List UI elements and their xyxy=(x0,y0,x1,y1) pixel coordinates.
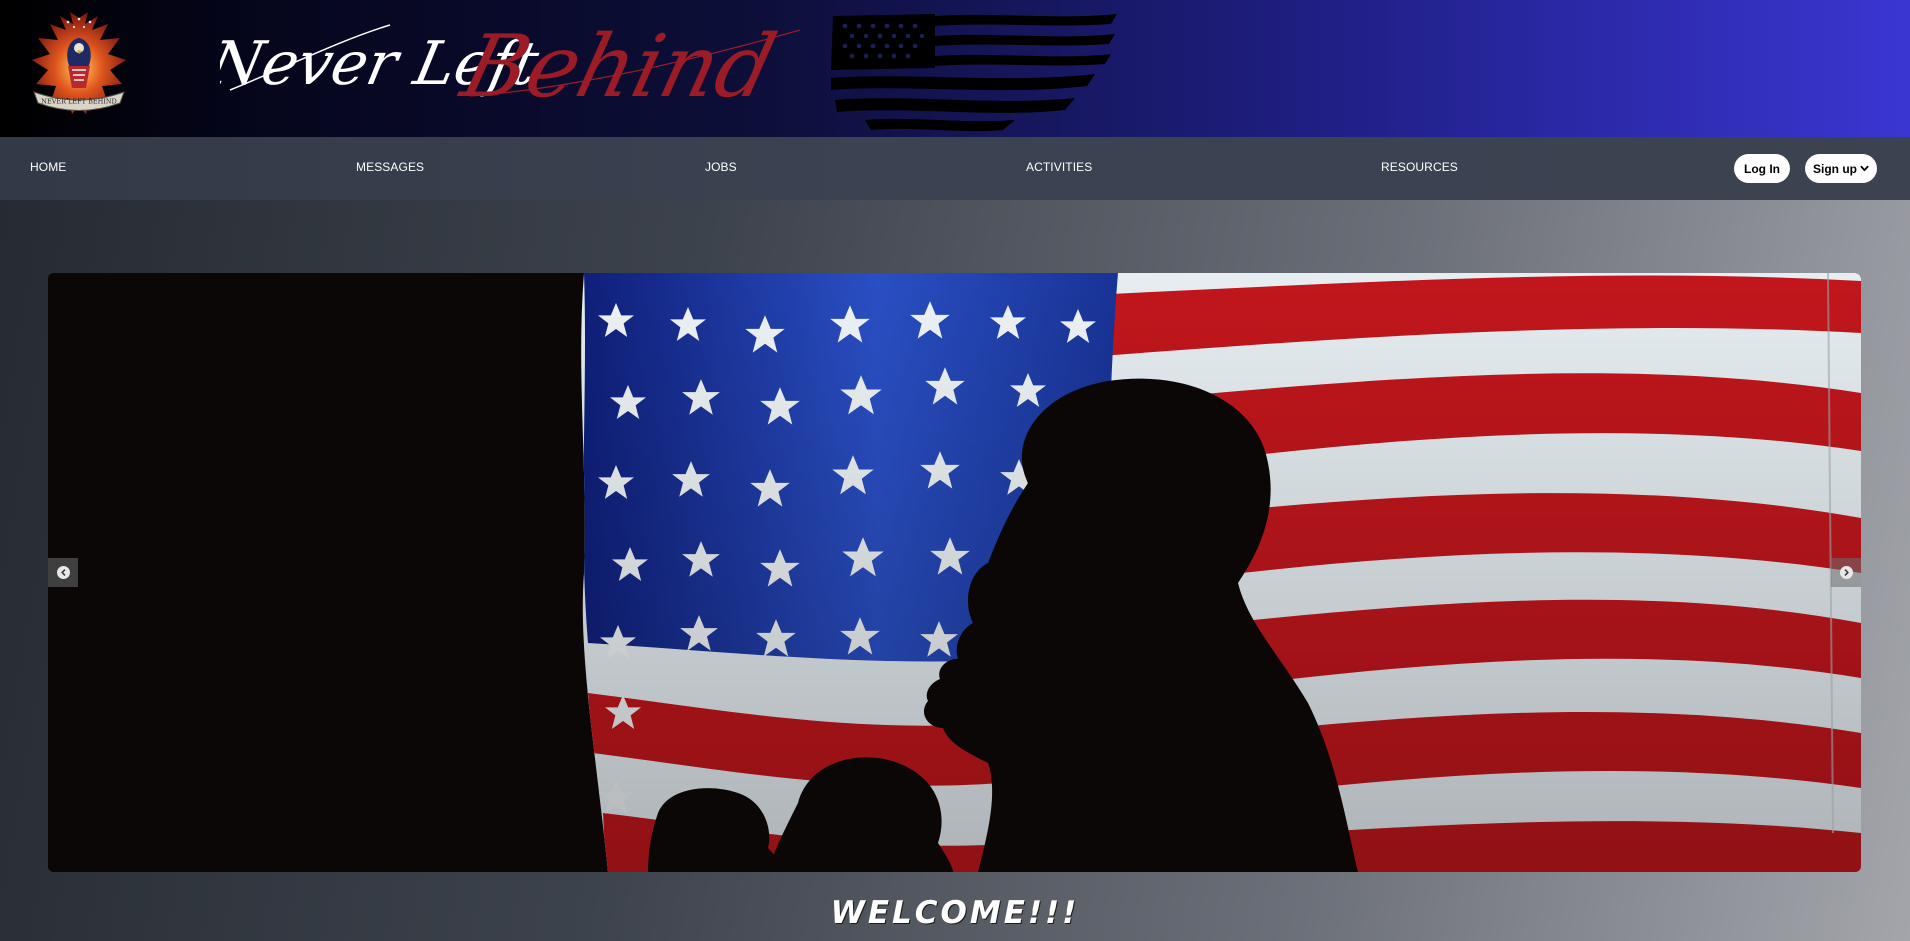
logo-ribbon-text: NEVER LEFT BEHIND xyxy=(41,98,116,106)
nav-item-activities[interactable]: ACTIVITIES xyxy=(1026,160,1092,174)
phoenix-eagle-logo-icon[interactable]: NEVER LEFT BEHIND xyxy=(28,10,130,128)
nav-item-home[interactable]: HOME xyxy=(30,160,66,174)
nav-item-messages[interactable]: MESSAGES xyxy=(356,160,424,174)
signup-button[interactable]: Sign up xyxy=(1805,154,1877,183)
distressed-flag-icon xyxy=(831,14,1117,132)
chevron-down-icon xyxy=(1860,165,1869,172)
site-banner: NEVER LEFT BEHIND Never Left Behind xyxy=(0,0,1910,137)
hero-carousel[interactable] xyxy=(48,273,1861,872)
chevron-left-icon xyxy=(60,569,65,576)
main-nav: HOME MESSAGES JOBS ACTIVITIES RESOURCES … xyxy=(0,137,1910,200)
main-content: WELCOME!!! xyxy=(0,200,1910,941)
nav-item-resources[interactable]: RESOURCES xyxy=(1381,160,1458,174)
login-button[interactable]: Log In xyxy=(1734,154,1790,183)
brand-wordmark[interactable]: Never Left Behind xyxy=(220,0,820,137)
welcome-heading: WELCOME!!! xyxy=(830,895,1080,931)
hero-flag-silhouette-image xyxy=(48,273,1861,872)
carousel-next-button[interactable] xyxy=(1831,558,1861,587)
carousel-prev-button[interactable] xyxy=(48,558,78,587)
signup-button-label: Sign up xyxy=(1813,161,1857,176)
login-button-label: Log In xyxy=(1744,161,1780,176)
nav-item-jobs[interactable]: JOBS xyxy=(705,160,737,174)
brand-behind-text: Behind xyxy=(451,16,785,116)
chevron-right-icon xyxy=(1844,569,1849,576)
